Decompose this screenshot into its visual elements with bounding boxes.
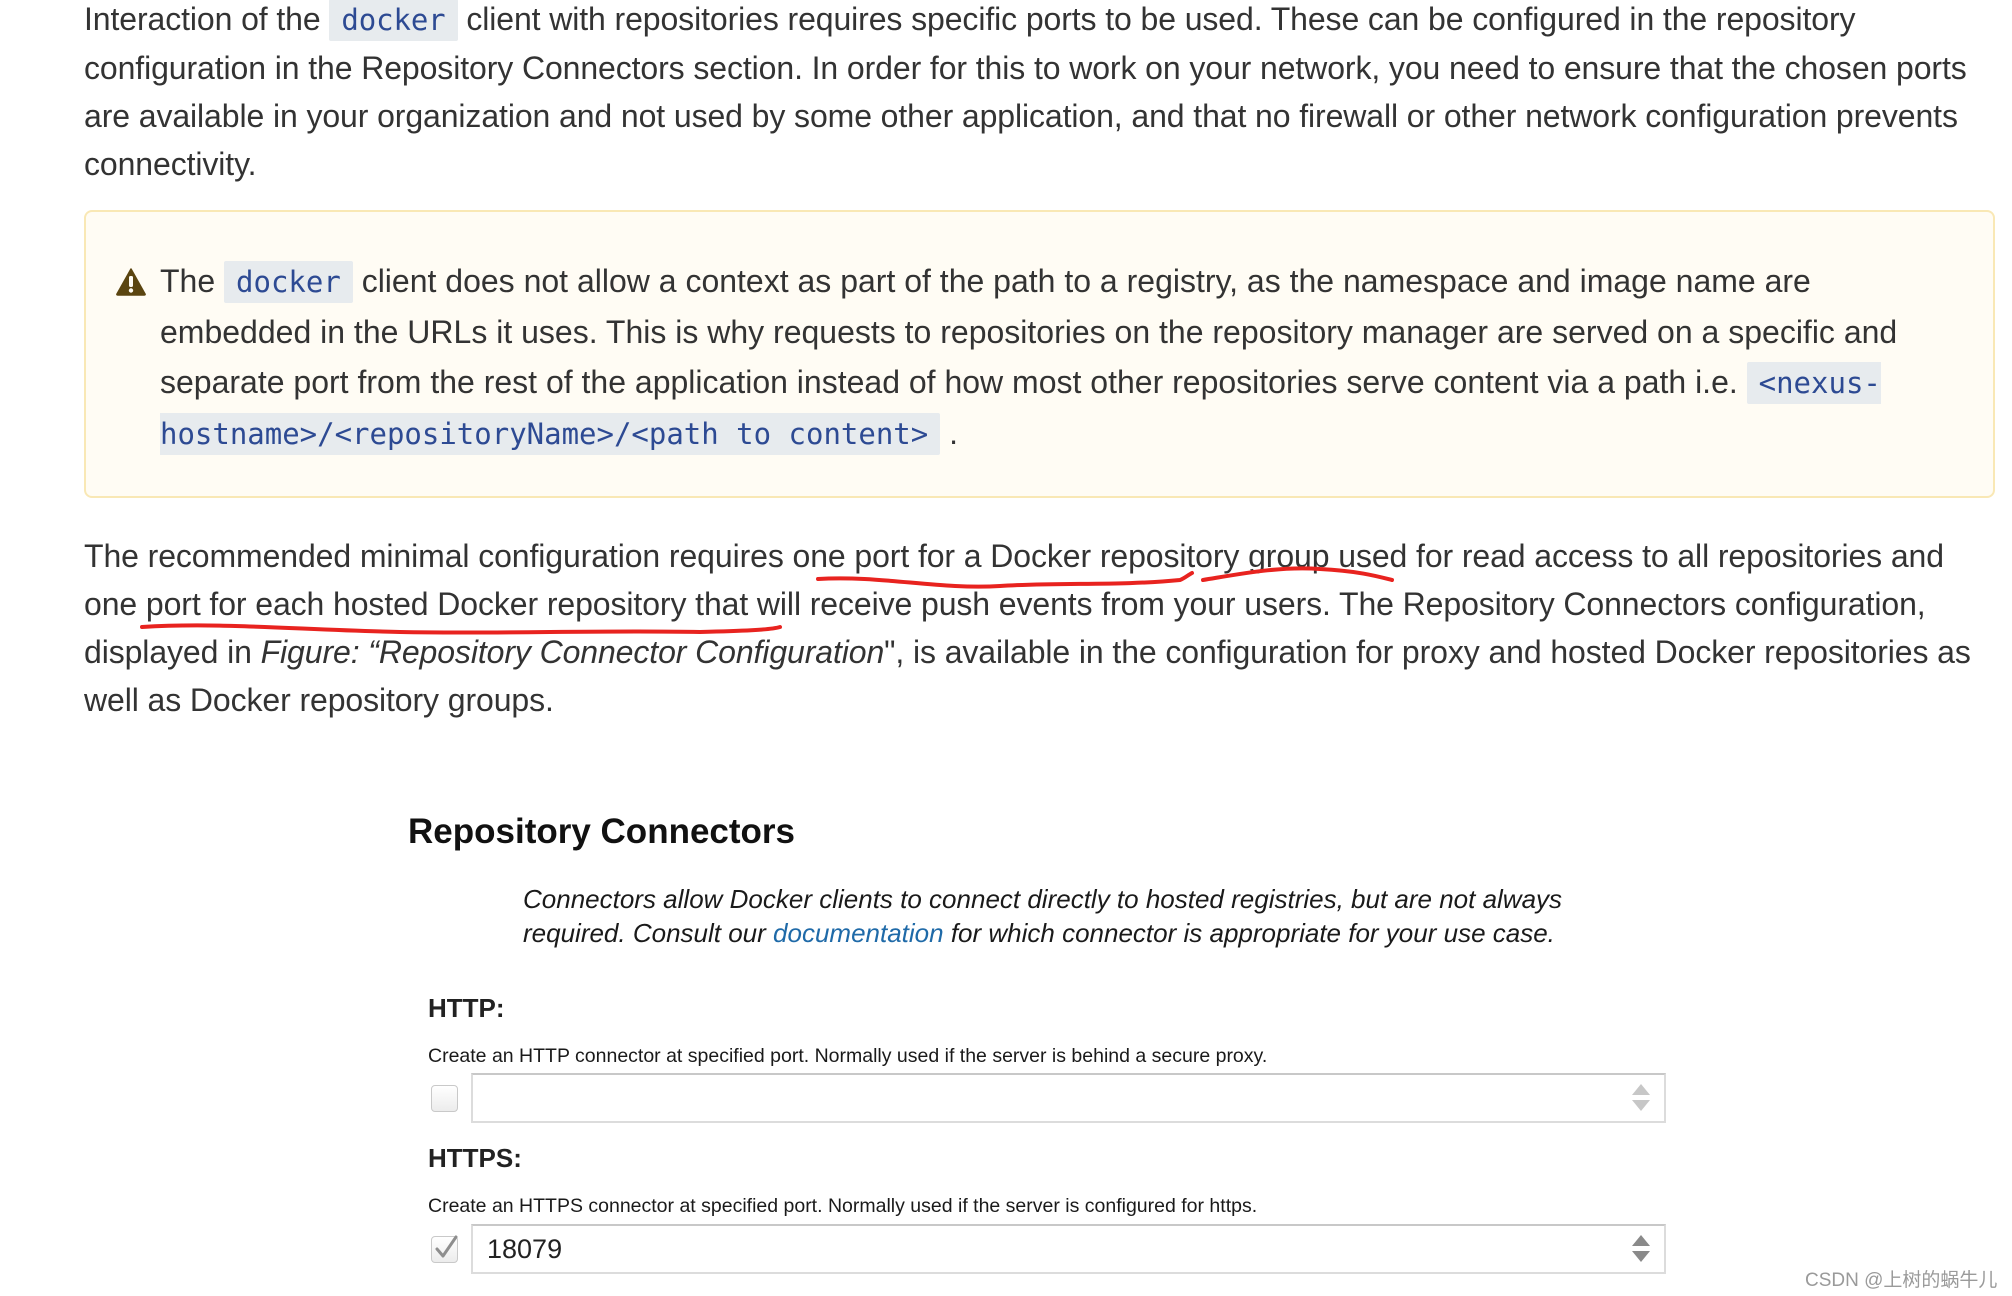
figure-description: Connectors allow Docker clients to conne… xyxy=(523,884,1563,948)
figure-reference: Figure: “Repository Connector Configurat… xyxy=(260,634,885,670)
https-enable-checkbox[interactable] xyxy=(431,1235,458,1263)
http-port-spinner[interactable] xyxy=(1632,1084,1650,1112)
spinner-up-icon[interactable] xyxy=(1632,1235,1650,1246)
documentation-link[interactable]: documentation xyxy=(773,918,944,948)
https-label: HTTPS: xyxy=(428,1143,522,1173)
inline-code-docker: docker xyxy=(329,0,458,41)
https-port-input[interactable]: 18079 xyxy=(471,1224,1666,1274)
highlight-group-port: one port for a Docker repository group xyxy=(792,538,1330,574)
note-text: The docker client does not allow a conte… xyxy=(160,256,1960,459)
inline-code-docker: docker xyxy=(224,261,353,303)
warning-note: The docker client does not allow a conte… xyxy=(84,210,1995,498)
spinner-up-icon[interactable] xyxy=(1632,1084,1650,1095)
https-help-text: Create an HTTPS connector at specified p… xyxy=(428,1195,1258,1217)
https-port-spinner[interactable] xyxy=(1632,1235,1650,1263)
warning-icon xyxy=(116,268,146,296)
figure-title: Repository Connectors xyxy=(408,812,795,851)
checkmark-icon xyxy=(435,1235,458,1258)
http-enable-checkbox[interactable] xyxy=(431,1085,458,1112)
spinner-down-icon[interactable] xyxy=(1632,1251,1650,1262)
intro-paragraph: Interaction of the docker client with re… xyxy=(84,0,1967,182)
http-port-input[interactable] xyxy=(471,1073,1666,1123)
http-help-text: Create an HTTP connector at specified po… xyxy=(428,1045,1268,1067)
spinner-down-icon[interactable] xyxy=(1632,1100,1650,1111)
http-label: HTTP: xyxy=(428,993,505,1023)
highlight-hosted-port: one port for each hosted Docker reposito… xyxy=(84,586,687,622)
watermark: CSDN @上树的蜗牛儿 xyxy=(1805,1270,1998,1291)
recommendation-paragraph: The recommended minimal configuration re… xyxy=(84,538,1971,718)
